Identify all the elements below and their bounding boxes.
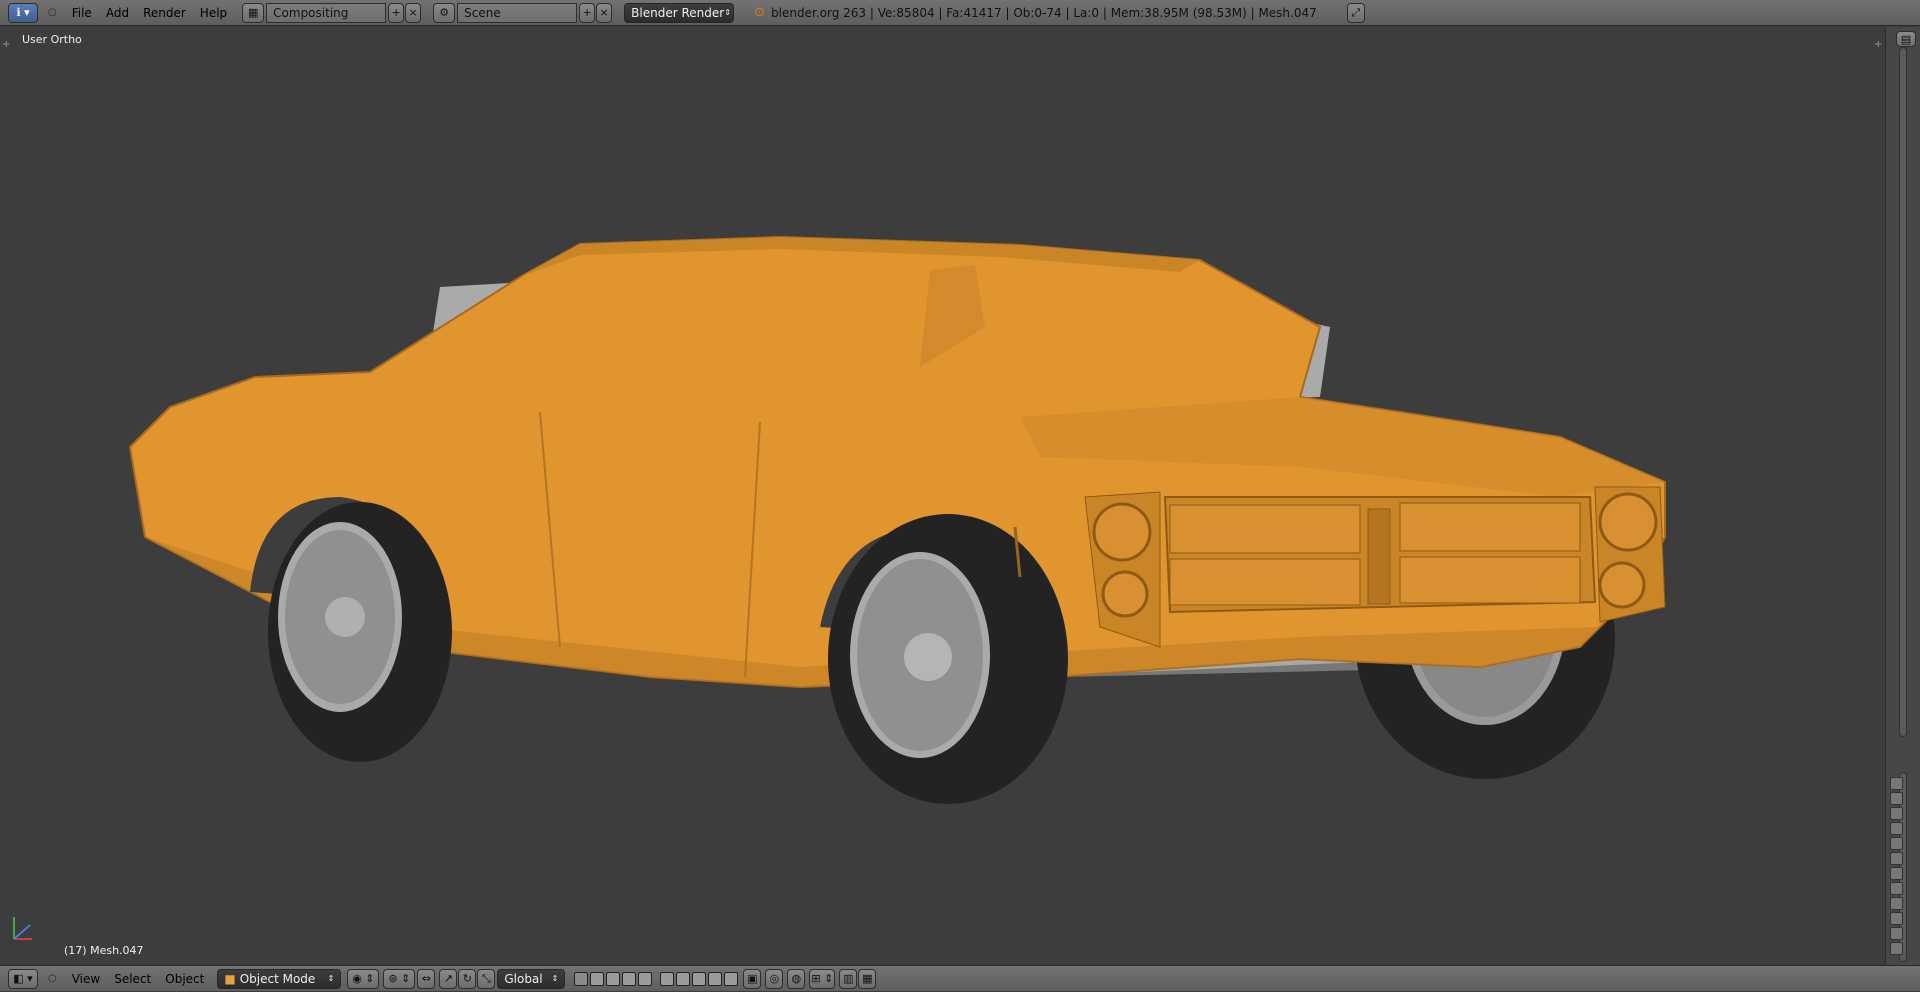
scale-manipulator-icon[interactable]: ⤡ <box>477 968 496 989</box>
orientation-label: Global <box>504 971 543 986</box>
layer-toggle-icon[interactable] <box>1890 822 1903 835</box>
layer-toggle-icon[interactable] <box>1890 912 1903 925</box>
rotate-manipulator-icon[interactable]: ↻ <box>458 968 477 989</box>
render-engine-dropdown[interactable]: Blender Render ⇕ <box>624 2 735 23</box>
scene-icon[interactable]: ⚙ <box>433 2 456 23</box>
dropdown-arrows-icon: ⇕ <box>327 974 335 983</box>
menu-view[interactable]: View <box>65 966 107 992</box>
layers-grid-2[interactable] <box>659 971 739 986</box>
viewport-shading-button[interactable]: ◉ ⇕ <box>347 968 380 989</box>
layer-toggle-icon[interactable] <box>1890 927 1903 940</box>
menu-add[interactable]: Add <box>99 0 136 26</box>
layer-toggle-icon[interactable] <box>1890 837 1903 850</box>
layer-toggle-icon[interactable] <box>1890 897 1903 910</box>
layer-toggle-icon[interactable] <box>1890 942 1903 955</box>
car-model <box>128 235 1666 804</box>
menu-render[interactable]: Render <box>136 0 193 26</box>
dropdown-arrows-icon: ⇕ <box>724 8 731 17</box>
screen-layout-icon[interactable]: ▦ <box>242 2 265 23</box>
menu-select[interactable]: Select <box>107 966 158 992</box>
properties-toggle-icon[interactable]: ▤ <box>1896 31 1916 47</box>
editor-type-3dview-button[interactable]: ◧ ▾ <box>8 968 38 989</box>
render-animation-icon[interactable]: ▦ <box>858 968 877 989</box>
layer-toggle-icon[interactable] <box>1890 777 1903 790</box>
blender-logo-icon: ⊙ <box>754 5 766 20</box>
collapse-menu-icon[interactable]: ○ <box>48 973 57 984</box>
menu-help[interactable]: Help <box>193 0 234 26</box>
pivot-point-button[interactable]: ⊛ ⇕ <box>383 968 416 989</box>
snap-element-button[interactable]: ⊞ ⇕ <box>809 968 836 989</box>
dropdown-arrows-icon: ⇕ <box>551 974 559 983</box>
layers-grid-1[interactable] <box>573 971 653 986</box>
scene-field[interactable]: Scene <box>457 2 578 23</box>
axis-gizmo <box>13 917 32 940</box>
layer-toggle-icon[interactable] <box>1890 882 1903 895</box>
cube-icon: ■ <box>224 971 236 986</box>
layer-toggle-icon[interactable] <box>1890 867 1903 880</box>
viewport-header: ◧ ▾ ○ View Select Object ■ Object Mode ⇕ ◉… <box>0 965 1920 991</box>
layer-toggle-icon[interactable] <box>1890 807 1903 820</box>
snap-icon[interactable]: ◍ <box>787 968 806 989</box>
mode-dropdown[interactable]: ■ Object Mode ⇕ <box>217 968 342 989</box>
headlight-left-lower <box>1101 570 1149 618</box>
render-engine-label: Blender Render <box>631 5 725 20</box>
info-header: ℹ ▾ ○ File Add Render Help ▦ Compositing… <box>0 0 1920 26</box>
menu-file[interactable]: File <box>65 0 99 26</box>
lock-camera-icon[interactable]: ▣ <box>743 968 762 989</box>
screen-layout-field[interactable]: Compositing <box>266 2 387 23</box>
add-layout-button[interactable]: + <box>388 2 405 23</box>
remove-scene-button[interactable]: × <box>596 2 613 23</box>
orientation-dropdown[interactable]: Global ⇕ <box>497 968 566 989</box>
editor-type-button[interactable]: ℹ ▾ <box>8 2 38 23</box>
render-preview-icon[interactable]: ▥ <box>839 968 858 989</box>
fullscreen-toggle-icon[interactable]: ⤢ <box>1346 2 1365 23</box>
mode-label: Object Mode <box>239 971 316 986</box>
collapse-menu-icon[interactable]: ○ <box>48 7 57 18</box>
proportional-edit-icon[interactable]: ◎ <box>765 968 784 989</box>
headlight-right-upper <box>1598 492 1658 552</box>
layer-toggle-icon[interactable] <box>1890 792 1903 805</box>
active-object-label: (17) Mesh.047 <box>64 944 144 957</box>
headlight-right-lower <box>1598 561 1646 609</box>
headlight-left-upper <box>1092 502 1152 562</box>
layer-toggle-icon[interactable] <box>1890 852 1903 865</box>
3d-viewport[interactable]: User Ortho + + (17) Mesh.047 <box>0 27 1885 965</box>
menu-object[interactable]: Object <box>158 966 211 992</box>
manipulator-toggle-icon[interactable]: ⇔ <box>417 968 436 989</box>
remove-layout-button[interactable]: × <box>405 2 422 23</box>
status-info: blender.org 263 | Ve:85804 | Fa:41417 | … <box>771 5 1317 20</box>
translate-manipulator-icon[interactable]: ↗ <box>439 968 458 989</box>
scroll-handle[interactable] <box>1899 47 1907 737</box>
add-scene-button[interactable]: + <box>579 2 596 23</box>
right-side-region: ▤ <box>1885 27 1920 965</box>
